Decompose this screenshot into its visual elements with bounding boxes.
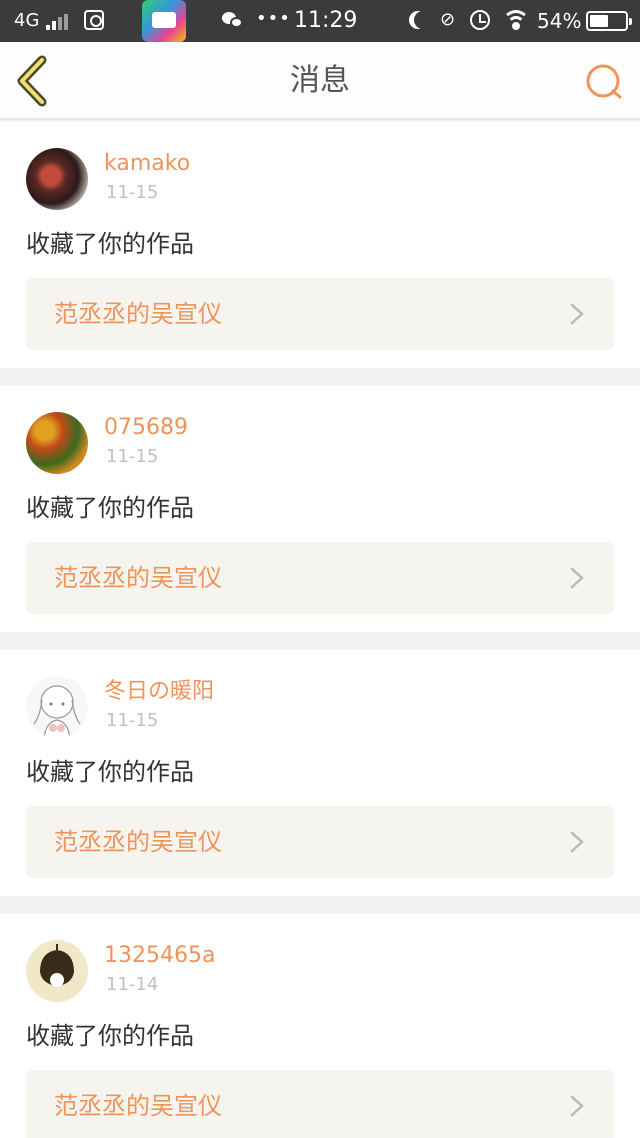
action-text: 收藏了你的作品 xyxy=(26,1022,194,1050)
work-title: 范丞丞的吴宣仪 xyxy=(54,1092,222,1120)
user-name[interactable]: 冬日の暖阳 xyxy=(104,678,214,706)
work-title: 范丞丞的吴宣仪 xyxy=(54,828,222,856)
page-title: 消息 xyxy=(290,63,350,98)
user-name[interactable]: kamako xyxy=(104,150,190,178)
carrier-label: 4G xyxy=(14,10,40,31)
message-card: 075689 11-15 收藏了你的作品 范丞丞的吴宣仪 xyxy=(0,386,640,632)
mute-icon: ⊘ xyxy=(440,9,456,30)
avatar[interactable] xyxy=(26,940,88,1002)
message-card: kamako 11-15 收藏了你的作品 范丞丞的吴宣仪 xyxy=(0,122,640,368)
avatar-illustration xyxy=(33,685,81,738)
wifi-icon xyxy=(502,9,530,31)
user-name[interactable]: 1325465a xyxy=(104,942,215,970)
action-text: 收藏了你的作品 xyxy=(26,494,194,522)
chevron-right-icon xyxy=(570,303,584,325)
message-date: 11-15 xyxy=(106,446,159,467)
search-button[interactable] xyxy=(582,60,626,104)
message-card: 1325465a 11-14 收藏了你的作品 范丞丞的吴宣仪 xyxy=(0,914,640,1138)
work-title: 范丞丞的吴宣仪 xyxy=(54,300,222,328)
avatar[interactable] xyxy=(26,412,88,474)
nav-bar: 消息 xyxy=(0,42,640,120)
avatar[interactable] xyxy=(26,148,88,210)
clock: 11:29 xyxy=(294,8,358,33)
message-card: 冬日の暖阳 11-15 收藏了你的作品 范丞丞的吴宣仪 xyxy=(0,650,640,896)
moon-icon xyxy=(414,11,432,29)
message-date: 11-15 xyxy=(106,182,159,203)
work-link[interactable]: 范丞丞的吴宣仪 xyxy=(26,278,614,350)
chevron-right-icon xyxy=(570,831,584,853)
avatar-illustration xyxy=(28,942,86,1000)
signal-icon xyxy=(46,14,70,30)
wechat-icon xyxy=(222,10,244,30)
action-text: 收藏了你的作品 xyxy=(26,230,194,258)
alarm-icon xyxy=(470,10,490,30)
message-date: 11-14 xyxy=(106,974,159,995)
battery-icon xyxy=(586,11,632,31)
messages-screen: 4G ••• 11:29 ⊘ 54% 消息 kamako 11-15 收藏了你的… xyxy=(0,0,640,1138)
work-title: 范丞丞的吴宣仪 xyxy=(54,564,222,592)
chevron-right-icon xyxy=(570,567,584,589)
work-link[interactable]: 范丞丞的吴宣仪 xyxy=(26,806,614,878)
action-text: 收藏了你的作品 xyxy=(26,758,194,786)
notification-icon xyxy=(84,10,104,30)
search-icon xyxy=(586,64,622,99)
status-bar: 4G ••• 11:29 ⊘ 54% xyxy=(0,0,640,42)
avatar[interactable] xyxy=(26,676,88,738)
battery-percent: 54% xyxy=(537,9,582,33)
work-link[interactable]: 范丞丞的吴宣仪 xyxy=(26,542,614,614)
app-icon xyxy=(142,0,186,42)
message-date: 11-15 xyxy=(106,710,159,731)
work-link[interactable]: 范丞丞的吴宣仪 xyxy=(26,1070,614,1138)
message-list: kamako 11-15 收藏了你的作品 范丞丞的吴宣仪 075689 11-1… xyxy=(0,122,640,1138)
user-name[interactable]: 075689 xyxy=(104,414,188,442)
chevron-right-icon xyxy=(570,1095,584,1117)
more-dots: ••• xyxy=(256,8,291,29)
